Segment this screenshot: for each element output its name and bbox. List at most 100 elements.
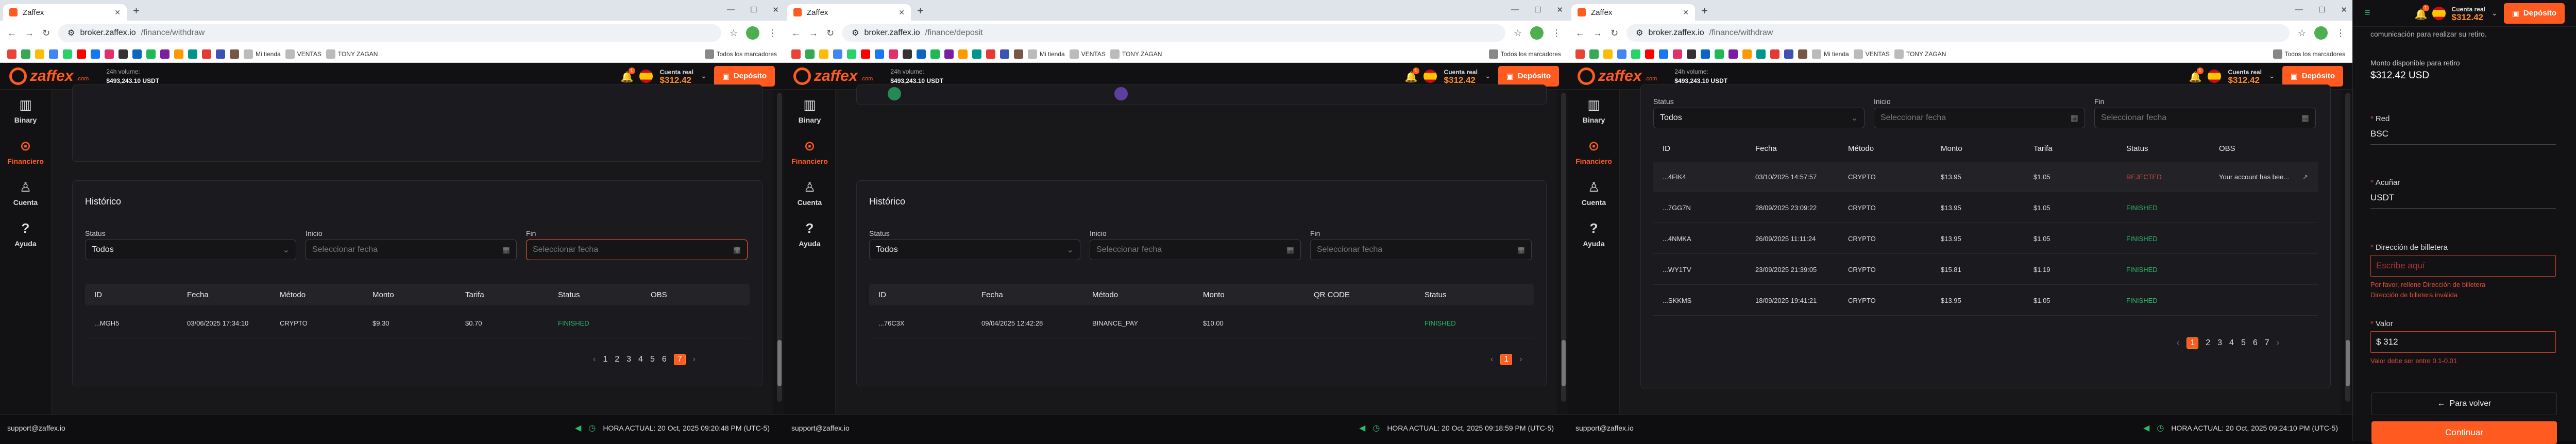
- table-row[interactable]: ...4FIK4 03/10/2025 14:57:57 CRYPTO $13.95 $…: [1653, 162, 2318, 192]
- bookmark-icon[interactable]: [146, 49, 156, 59]
- menu-icon[interactable]: ⋮: [768, 28, 777, 39]
- scrollbar[interactable]: [1561, 93, 1566, 402]
- bookmark-icon[interactable]: [1798, 49, 1807, 59]
- zaffex-logo[interactable]: zaffex .com: [793, 67, 873, 85]
- bookmark-icon[interactable]: [1645, 49, 1654, 59]
- site-info-icon[interactable]: ⚙: [1636, 28, 1643, 38]
- next-page-icon[interactable]: ›: [693, 355, 696, 364]
- browser-tab[interactable]: Zaffex ✕: [787, 4, 911, 21]
- bookmark-icon[interactable]: [972, 49, 981, 59]
- minimize-icon[interactable]: —: [1511, 5, 1519, 14]
- new-tab-icon[interactable]: +: [133, 4, 140, 18]
- bookmark-icon[interactable]: [1715, 49, 1724, 59]
- page-link-current[interactable]: 1: [2187, 337, 2199, 349]
- support-email[interactable]: support@zaffex.io: [791, 424, 850, 432]
- page-link[interactable]: 3: [626, 355, 631, 364]
- forward-icon[interactable]: →: [809, 28, 818, 39]
- start-date-input[interactable]: Seleccionar fecha ▦: [1874, 108, 2085, 128]
- bookmark-icon[interactable]: [1687, 49, 1696, 59]
- bookmark-icon[interactable]: [1673, 49, 1682, 59]
- bookmark-icon[interactable]: [944, 49, 954, 59]
- table-row[interactable]: ...4NMKA 26/09/2025 11:11:24 CRYPTO $13.95 $…: [1653, 224, 2318, 254]
- bookmark-icon[interactable]: [21, 49, 30, 59]
- menu-icon[interactable]: ⋮: [1552, 28, 1561, 39]
- bookmark-all[interactable]: Todos los marcadores: [704, 49, 777, 59]
- sidebar-item-binary[interactable]: ▥ Binary: [784, 90, 835, 131]
- bookmark-ventas[interactable]: VENTAS: [1069, 49, 1106, 59]
- zaffex-logo[interactable]: zaffex .com: [9, 67, 89, 85]
- menu-toggle-icon[interactable]: ≡: [2364, 7, 2370, 19]
- minimize-icon[interactable]: —: [727, 5, 735, 14]
- url-field[interactable]: ⚙ broker.zaffex.io/finance/withdraw: [58, 24, 721, 42]
- close-window-icon[interactable]: ✕: [2341, 5, 2347, 14]
- close-window-icon[interactable]: ✕: [772, 5, 779, 14]
- scrollbar[interactable]: [2345, 93, 2350, 402]
- star-icon[interactable]: ☆: [1514, 28, 1522, 39]
- bookmark-icon[interactable]: [819, 49, 828, 59]
- star-icon[interactable]: ☆: [730, 28, 738, 39]
- network-select[interactable]: BSC: [2370, 123, 2556, 145]
- maximize-icon[interactable]: ☐: [750, 5, 757, 14]
- back-icon[interactable]: ←: [1575, 28, 1585, 39]
- bookmark-icon[interactable]: [1728, 49, 1738, 59]
- page-link[interactable]: 2: [2206, 338, 2210, 348]
- bookmark-icon[interactable]: [230, 49, 239, 59]
- support-email[interactable]: support@zaffex.io: [7, 424, 65, 432]
- bookmark-icon[interactable]: [847, 49, 856, 59]
- bookmark-icon[interactable]: [1770, 49, 1780, 59]
- bookmark-tony-zagan[interactable]: TONY ZAGAN: [1894, 49, 1946, 59]
- table-row[interactable]: ...SKKMS 18/09/2025 19:41:21 CRYPTO $13.95 $…: [1653, 286, 2318, 316]
- bookmark-icon[interactable]: [118, 49, 128, 59]
- page-link[interactable]: 1: [603, 355, 607, 364]
- support-email[interactable]: support@zaffex.io: [1575, 424, 1634, 432]
- bookmark-icon[interactable]: [1756, 49, 1766, 59]
- profile-avatar[interactable]: [2314, 26, 2328, 40]
- bookmark-tony-zagan[interactable]: TONY ZAGAN: [326, 49, 378, 59]
- page-link[interactable]: 5: [2241, 338, 2246, 348]
- bookmark-all[interactable]: Todos los marcadores: [1488, 49, 1561, 59]
- chevron-down-icon[interactable]: ⌄: [701, 72, 707, 80]
- end-date-input[interactable]: Seleccionar fecha ▦: [1310, 240, 1532, 260]
- bookmark-icon[interactable]: [875, 49, 884, 59]
- bookmark-icon[interactable]: [833, 49, 842, 59]
- bookmark-icon[interactable]: [1617, 49, 1626, 59]
- sidebar-item-financiero[interactable]: ⊙ Financiero: [0, 131, 51, 172]
- bookmark-icon[interactable]: [49, 49, 58, 59]
- bookmark-mi-tienda[interactable]: Mi tienda: [244, 49, 281, 59]
- bookmark-icon[interactable]: [1784, 49, 1793, 59]
- profile-avatar[interactable]: [1530, 26, 1544, 40]
- continue-button[interactable]: Continuar: [2371, 421, 2557, 444]
- whatsapp-icon[interactable]: ◀: [1359, 423, 1365, 433]
- bookmark-icon[interactable]: [216, 49, 225, 59]
- close-tab-icon[interactable]: ✕: [899, 8, 905, 17]
- page-link[interactable]: 6: [662, 355, 667, 364]
- bell-icon[interactable]: 🔔 1: [2415, 4, 2429, 20]
- page-link[interactable]: 3: [2217, 338, 2222, 348]
- external-link-icon[interactable]: ↗: [2302, 173, 2308, 181]
- deposit-button[interactable]: ▣ Depósito: [714, 65, 775, 87]
- reload-icon[interactable]: ↻: [826, 28, 834, 39]
- minimize-icon[interactable]: —: [2295, 5, 2303, 14]
- bookmark-icon[interactable]: [986, 49, 995, 59]
- table-row[interactable]: ...WY1TV 23/09/2025 21:39:05 CRYPTO $15.81 $…: [1653, 255, 2318, 285]
- page-link[interactable]: 7: [2265, 338, 2269, 348]
- amount-input[interactable]: $ 312: [2370, 331, 2556, 353]
- reload-icon[interactable]: ↻: [42, 28, 50, 39]
- table-row[interactable]: ...76C3X 09/04/2025 12:42:28 BINANCE_PAY $1…: [869, 309, 1534, 338]
- start-date-input[interactable]: Seleccionar fecha ▦: [1090, 240, 1301, 260]
- whatsapp-icon[interactable]: ◀: [575, 423, 581, 433]
- payment-method-icon[interactable]: [1114, 87, 1128, 100]
- chevron-down-icon[interactable]: ⌄: [1485, 72, 1491, 80]
- bookmark-icon[interactable]: [91, 49, 100, 59]
- language-flag-icon[interactable]: [2432, 6, 2446, 20]
- bookmark-icon[interactable]: [160, 49, 170, 59]
- wallet-address-input[interactable]: Escribe aquí: [2370, 255, 2556, 277]
- bookmark-mi-tienda[interactable]: Mi tienda: [1028, 49, 1065, 59]
- table-row[interactable]: ...MGH5 03/06/2025 17:34:10 CRYPTO $9.30 $0.…: [85, 309, 750, 338]
- site-info-icon[interactable]: ⚙: [67, 28, 75, 38]
- currency-select[interactable]: USDT: [2370, 187, 2556, 209]
- profile-avatar[interactable]: [746, 26, 759, 40]
- close-tab-icon[interactable]: ✕: [114, 8, 121, 17]
- new-tab-icon[interactable]: +: [1701, 4, 1708, 18]
- status-select[interactable]: Todos ⌄: [85, 240, 296, 260]
